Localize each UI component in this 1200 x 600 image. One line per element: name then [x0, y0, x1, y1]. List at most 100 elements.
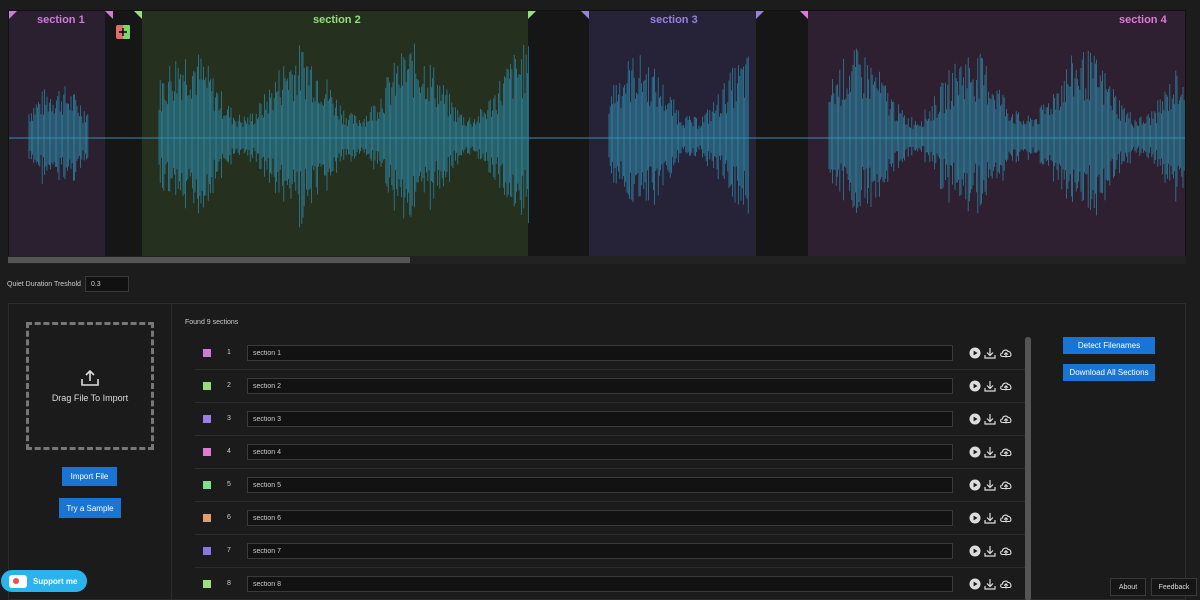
section-1-label: section 1: [37, 14, 85, 26]
section-list-scrollbar[interactable]: [1025, 337, 1031, 600]
threshold-label: Quiet Duration Treshold: [7, 280, 81, 288]
download-icon[interactable]: [984, 379, 996, 392]
section-actions: [969, 445, 1013, 458]
play-icon[interactable]: [969, 544, 981, 557]
section-name-input[interactable]: [247, 543, 953, 559]
section-3-start-marker: [581, 11, 589, 19]
support-me-label: Support me: [33, 576, 78, 586]
sections-panel: Drag File To Import Import File Try a Sa…: [1, 303, 1186, 600]
section-number: 8: [227, 580, 231, 587]
section-list-scrollbar-thumb[interactable]: [1025, 337, 1031, 600]
cloud-upload-icon[interactable]: [999, 544, 1013, 556]
waveform-scrollbar-thumb[interactable]: [8, 257, 410, 263]
cloud-upload-icon[interactable]: [999, 478, 1013, 490]
section-name-input[interactable]: [247, 345, 953, 361]
section-color-swatch[interactable]: [203, 514, 211, 522]
file-dropzone[interactable]: Drag File To Import: [26, 322, 154, 450]
section-color-swatch[interactable]: [203, 382, 211, 390]
section-color-swatch[interactable]: [203, 349, 211, 357]
download-icon[interactable]: [984, 478, 996, 491]
section-name-input[interactable]: [247, 444, 953, 460]
play-icon[interactable]: [969, 379, 981, 392]
section-row: 6: [195, 502, 1025, 535]
section-name-input[interactable]: [247, 411, 953, 427]
upload-icon: [81, 369, 99, 386]
import-panel: Drag File To Import Import File Try a Sa…: [1, 304, 172, 600]
cloud-upload-icon[interactable]: [999, 511, 1013, 523]
section-actions: [969, 346, 1013, 359]
cloud-upload-icon[interactable]: [999, 577, 1013, 589]
section-number: 4: [227, 448, 231, 455]
section-number: 2: [227, 382, 231, 389]
download-icon[interactable]: [984, 577, 996, 590]
try-sample-button[interactable]: Try a Sample: [59, 498, 121, 518]
section-row: 4: [195, 436, 1025, 469]
dropzone-label: Drag File To Import: [51, 392, 129, 403]
download-all-sections-button[interactable]: Download All Sections: [1063, 364, 1155, 381]
section-row: 8: [195, 568, 1025, 600]
section-3-end-marker: [756, 11, 764, 19]
section-number: 3: [227, 415, 231, 422]
play-icon[interactable]: [969, 412, 981, 425]
section-row: 2: [195, 370, 1025, 403]
audio-splitter-app: section 1 section 2 section 3 section 4 …: [0, 0, 1200, 600]
section-number: 5: [227, 481, 231, 488]
section-color-swatch[interactable]: [203, 448, 211, 456]
section-row: 5: [195, 469, 1025, 502]
section-row: 1: [195, 337, 1025, 370]
support-me-button[interactable]: Support me: [1, 570, 87, 592]
cloud-upload-icon[interactable]: [999, 445, 1013, 457]
threshold-control: Quiet Duration Treshold: [7, 276, 129, 292]
section-row: 7: [195, 535, 1025, 568]
download-icon[interactable]: [984, 346, 996, 359]
section-name-input[interactable]: [247, 477, 953, 493]
section-list: 1 2 3 4 5 6 7 8: [195, 337, 1025, 600]
download-icon[interactable]: [984, 445, 996, 458]
section-number: 6: [227, 514, 231, 521]
section-name-input[interactable]: [247, 576, 953, 592]
import-file-button[interactable]: Import File: [62, 467, 117, 486]
section-2-start-marker: [134, 11, 142, 19]
cloud-upload-icon[interactable]: [999, 412, 1013, 424]
play-icon[interactable]: [969, 478, 981, 491]
threshold-input[interactable]: [84, 276, 129, 292]
merge-plus-icon[interactable]: [116, 25, 130, 39]
waveform-canvas[interactable]: [9, 11, 1186, 264]
feedback-link[interactable]: Feedback: [1151, 578, 1197, 596]
waveform-panel[interactable]: section 1 section 2 section 3 section 4: [8, 10, 1186, 264]
section-row: 3: [195, 403, 1025, 436]
download-icon[interactable]: [984, 511, 996, 524]
section-4-label: section 4: [1119, 14, 1167, 26]
play-icon[interactable]: [969, 445, 981, 458]
section-color-swatch[interactable]: [203, 547, 211, 555]
section-actions: [969, 478, 1013, 491]
section-1-region: [9, 11, 105, 257]
kofi-cup-icon: [9, 574, 27, 588]
cloud-upload-icon[interactable]: [999, 346, 1013, 358]
play-icon[interactable]: [969, 346, 981, 359]
section-4-start-marker: [800, 11, 808, 19]
section-2-end-marker: [528, 11, 536, 19]
section-1-end-marker: [105, 11, 113, 19]
download-icon[interactable]: [984, 412, 996, 425]
section-actions: [969, 511, 1013, 524]
section-actions: [969, 379, 1013, 392]
waveform-scrollbar[interactable]: [8, 256, 1186, 264]
about-link[interactable]: About: [1110, 578, 1146, 596]
section-name-input[interactable]: [247, 378, 953, 394]
detect-filenames-button[interactable]: Detect Filenames: [1063, 337, 1155, 354]
section-actions: [969, 577, 1013, 590]
section-2-label: section 2: [313, 14, 361, 26]
section-color-swatch[interactable]: [203, 481, 211, 489]
play-icon[interactable]: [969, 511, 981, 524]
section-color-swatch[interactable]: [203, 580, 211, 588]
play-icon[interactable]: [969, 577, 981, 590]
section-3-label: section 3: [650, 14, 698, 26]
download-icon[interactable]: [984, 544, 996, 557]
section-name-input[interactable]: [247, 510, 953, 526]
cloud-upload-icon[interactable]: [999, 379, 1013, 391]
section-color-swatch[interactable]: [203, 415, 211, 423]
found-sections-label: Found 9 sections: [185, 319, 239, 326]
section-actions: [969, 544, 1013, 557]
section-number: 1: [227, 349, 231, 356]
